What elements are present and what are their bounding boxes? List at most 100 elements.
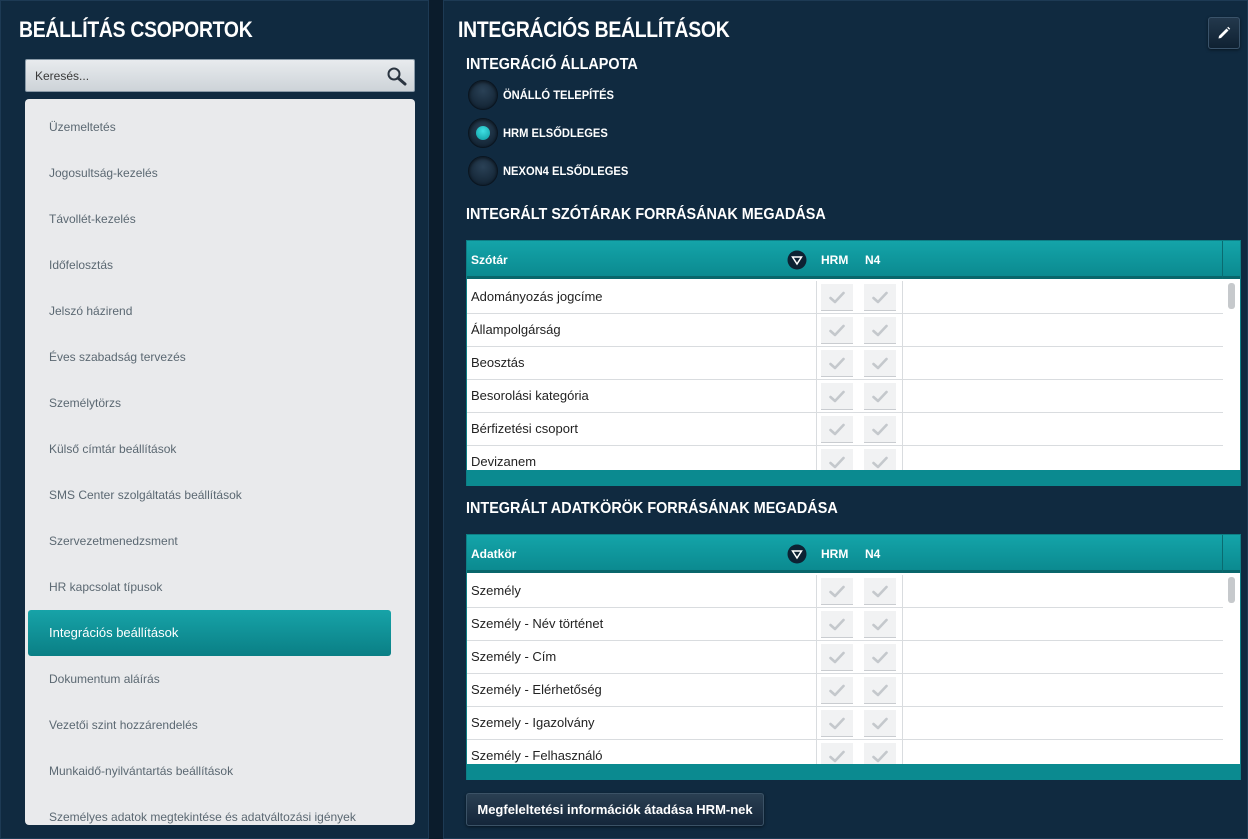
filter-icon[interactable] (787, 544, 807, 564)
n4-checkbox[interactable] (864, 383, 896, 410)
table-row[interactable]: Devizanem (467, 446, 1223, 471)
table-row[interactable]: Besorolási kategória (467, 380, 1223, 413)
radio-button[interactable] (468, 156, 498, 186)
transfer-mapping-to-hrm-button[interactable]: Megfeleltetési információk átadása HRM-n… (466, 793, 764, 826)
check-icon (872, 324, 888, 337)
n4-checkbox[interactable] (864, 578, 896, 605)
table-row[interactable]: Szemely - Igazolvány (467, 707, 1223, 740)
check-icon (829, 750, 845, 763)
check-icon (872, 684, 888, 697)
column-separator (902, 380, 903, 413)
hrm-checkbox[interactable] (821, 284, 853, 311)
settings-group-item[interactable]: Munkaidő-nyilvántartás beállítások (28, 748, 391, 794)
radio-button[interactable] (468, 80, 498, 110)
hrm-checkbox[interactable] (821, 383, 853, 410)
table-row[interactable]: Személy - Cím (467, 641, 1223, 674)
settings-groups-panel: BEÁLLÍTÁS CSOPORTOK ÜzemeltetésJogosults… (0, 0, 429, 839)
hrm-checkbox[interactable] (821, 449, 853, 471)
table-row[interactable]: Bérfizetési csoport (467, 413, 1223, 446)
settings-group-item[interactable]: SMS Center szolgáltatás beállítások (28, 472, 391, 518)
hrm-checkbox[interactable] (821, 350, 853, 377)
n4-checkbox[interactable] (864, 449, 896, 471)
n4-checkbox[interactable] (864, 350, 896, 377)
n4-checkbox[interactable] (864, 743, 896, 765)
table-row[interactable]: Személy (467, 575, 1223, 608)
hrm-checkbox[interactable] (821, 677, 853, 704)
column-separator (902, 281, 903, 314)
row-name-cell: Besorolási kategória (471, 388, 589, 403)
hrm-checkbox[interactable] (821, 644, 853, 671)
settings-group-item[interactable]: Külső címtár beállítások (28, 426, 391, 472)
settings-group-list: Üzemeltetés Jogosultság-kezelés Távollét-k… (25, 99, 415, 825)
edit-button[interactable] (1208, 17, 1240, 49)
table-row[interactable]: Személy - Felhasználó (467, 740, 1223, 765)
column-separator (816, 314, 817, 347)
check-icon (829, 291, 845, 304)
search-input[interactable] (26, 60, 386, 91)
grid-header: Adatkör HRM N4 (467, 535, 1240, 573)
settings-group-item[interactable]: Integrációs beállítások (28, 610, 391, 656)
settings-group-item[interactable]: Jelszó házirend (28, 288, 391, 334)
settings-group-item[interactable]: Személyes adatok megtekintése és adatvál… (28, 794, 391, 825)
table-row[interactable]: Személy - Név történet (467, 608, 1223, 641)
row-name-cell: Bérfizetési csoport (471, 421, 578, 436)
n4-checkbox[interactable] (864, 416, 896, 443)
hrm-checkbox[interactable] (821, 743, 853, 765)
column-separator (902, 413, 903, 446)
n4-checkbox[interactable] (864, 317, 896, 344)
check-icon (829, 357, 845, 370)
n4-checkbox[interactable] (864, 284, 896, 311)
column-header-dictionary[interactable]: Szótár (471, 253, 508, 267)
column-header-hrm[interactable]: HRM (821, 547, 848, 561)
grid-scrollbar[interactable] (1228, 577, 1235, 603)
check-icon (872, 717, 888, 730)
settings-group-item[interactable]: Szervezetmenedzsment (28, 518, 391, 564)
column-header-n4[interactable]: N4 (865, 253, 880, 267)
settings-group-item[interactable]: Dokumentum aláírás (28, 656, 391, 702)
settings-group-item[interactable]: Személytörzs (28, 380, 391, 426)
data-group-source-title: INTEGRÁLT ADATKÖRÖK FORRÁSÁNAK MEGADÁSA (466, 500, 838, 517)
column-separator (902, 446, 903, 471)
n4-checkbox[interactable] (864, 644, 896, 671)
check-icon (872, 390, 888, 403)
settings-group-item[interactable]: Jogosultság-kezelés (28, 150, 391, 196)
n4-checkbox[interactable] (864, 611, 896, 638)
column-separator (902, 314, 903, 347)
check-icon (872, 423, 888, 436)
grid-scrollbar[interactable] (1228, 283, 1235, 309)
column-separator (816, 380, 817, 413)
settings-group-item[interactable]: Időfelosztás (28, 242, 391, 288)
column-separator (816, 413, 817, 446)
column-header-data-group[interactable]: Adatkör (471, 547, 516, 561)
table-row[interactable]: Személy - Elérhetőség (467, 674, 1223, 707)
pencil-icon (1218, 26, 1231, 39)
column-separator (816, 446, 817, 471)
settings-group-item[interactable]: Vezetői szint hozzárendelés (28, 702, 391, 748)
column-separator (902, 608, 903, 641)
table-row[interactable]: Adományozás jogcíme (467, 281, 1223, 314)
hrm-checkbox[interactable] (821, 317, 853, 344)
hrm-checkbox[interactable] (821, 710, 853, 737)
n4-checkbox[interactable] (864, 710, 896, 737)
settings-group-item[interactable]: HR kapcsolat típusok (28, 564, 391, 610)
hrm-checkbox[interactable] (821, 611, 853, 638)
hrm-checkbox[interactable] (821, 416, 853, 443)
column-header-n4[interactable]: N4 (865, 547, 880, 561)
settings-groups-title: BEÁLLÍTÁS CSOPORTOK (19, 17, 253, 42)
column-header-hrm[interactable]: HRM (821, 253, 848, 267)
settings-group-item[interactable]: Éves szabadság tervezés (28, 334, 391, 380)
filter-icon[interactable] (787, 250, 807, 270)
settings-group-item[interactable]: Távollét-kezelés (28, 196, 391, 242)
hrm-checkbox[interactable] (821, 578, 853, 605)
table-row[interactable]: Állampolgárság (467, 314, 1223, 347)
check-icon (829, 423, 845, 436)
header-separator (1222, 241, 1223, 279)
table-row[interactable]: Beosztás (467, 347, 1223, 380)
row-name-cell: Adományozás jogcíme (471, 289, 603, 304)
settings-group-item[interactable]: Üzemeltetés (28, 104, 391, 150)
check-icon (872, 585, 888, 598)
column-separator (902, 740, 903, 765)
search-icon[interactable] (386, 66, 408, 86)
n4-checkbox[interactable] (864, 677, 896, 704)
radio-button[interactable] (468, 118, 498, 148)
